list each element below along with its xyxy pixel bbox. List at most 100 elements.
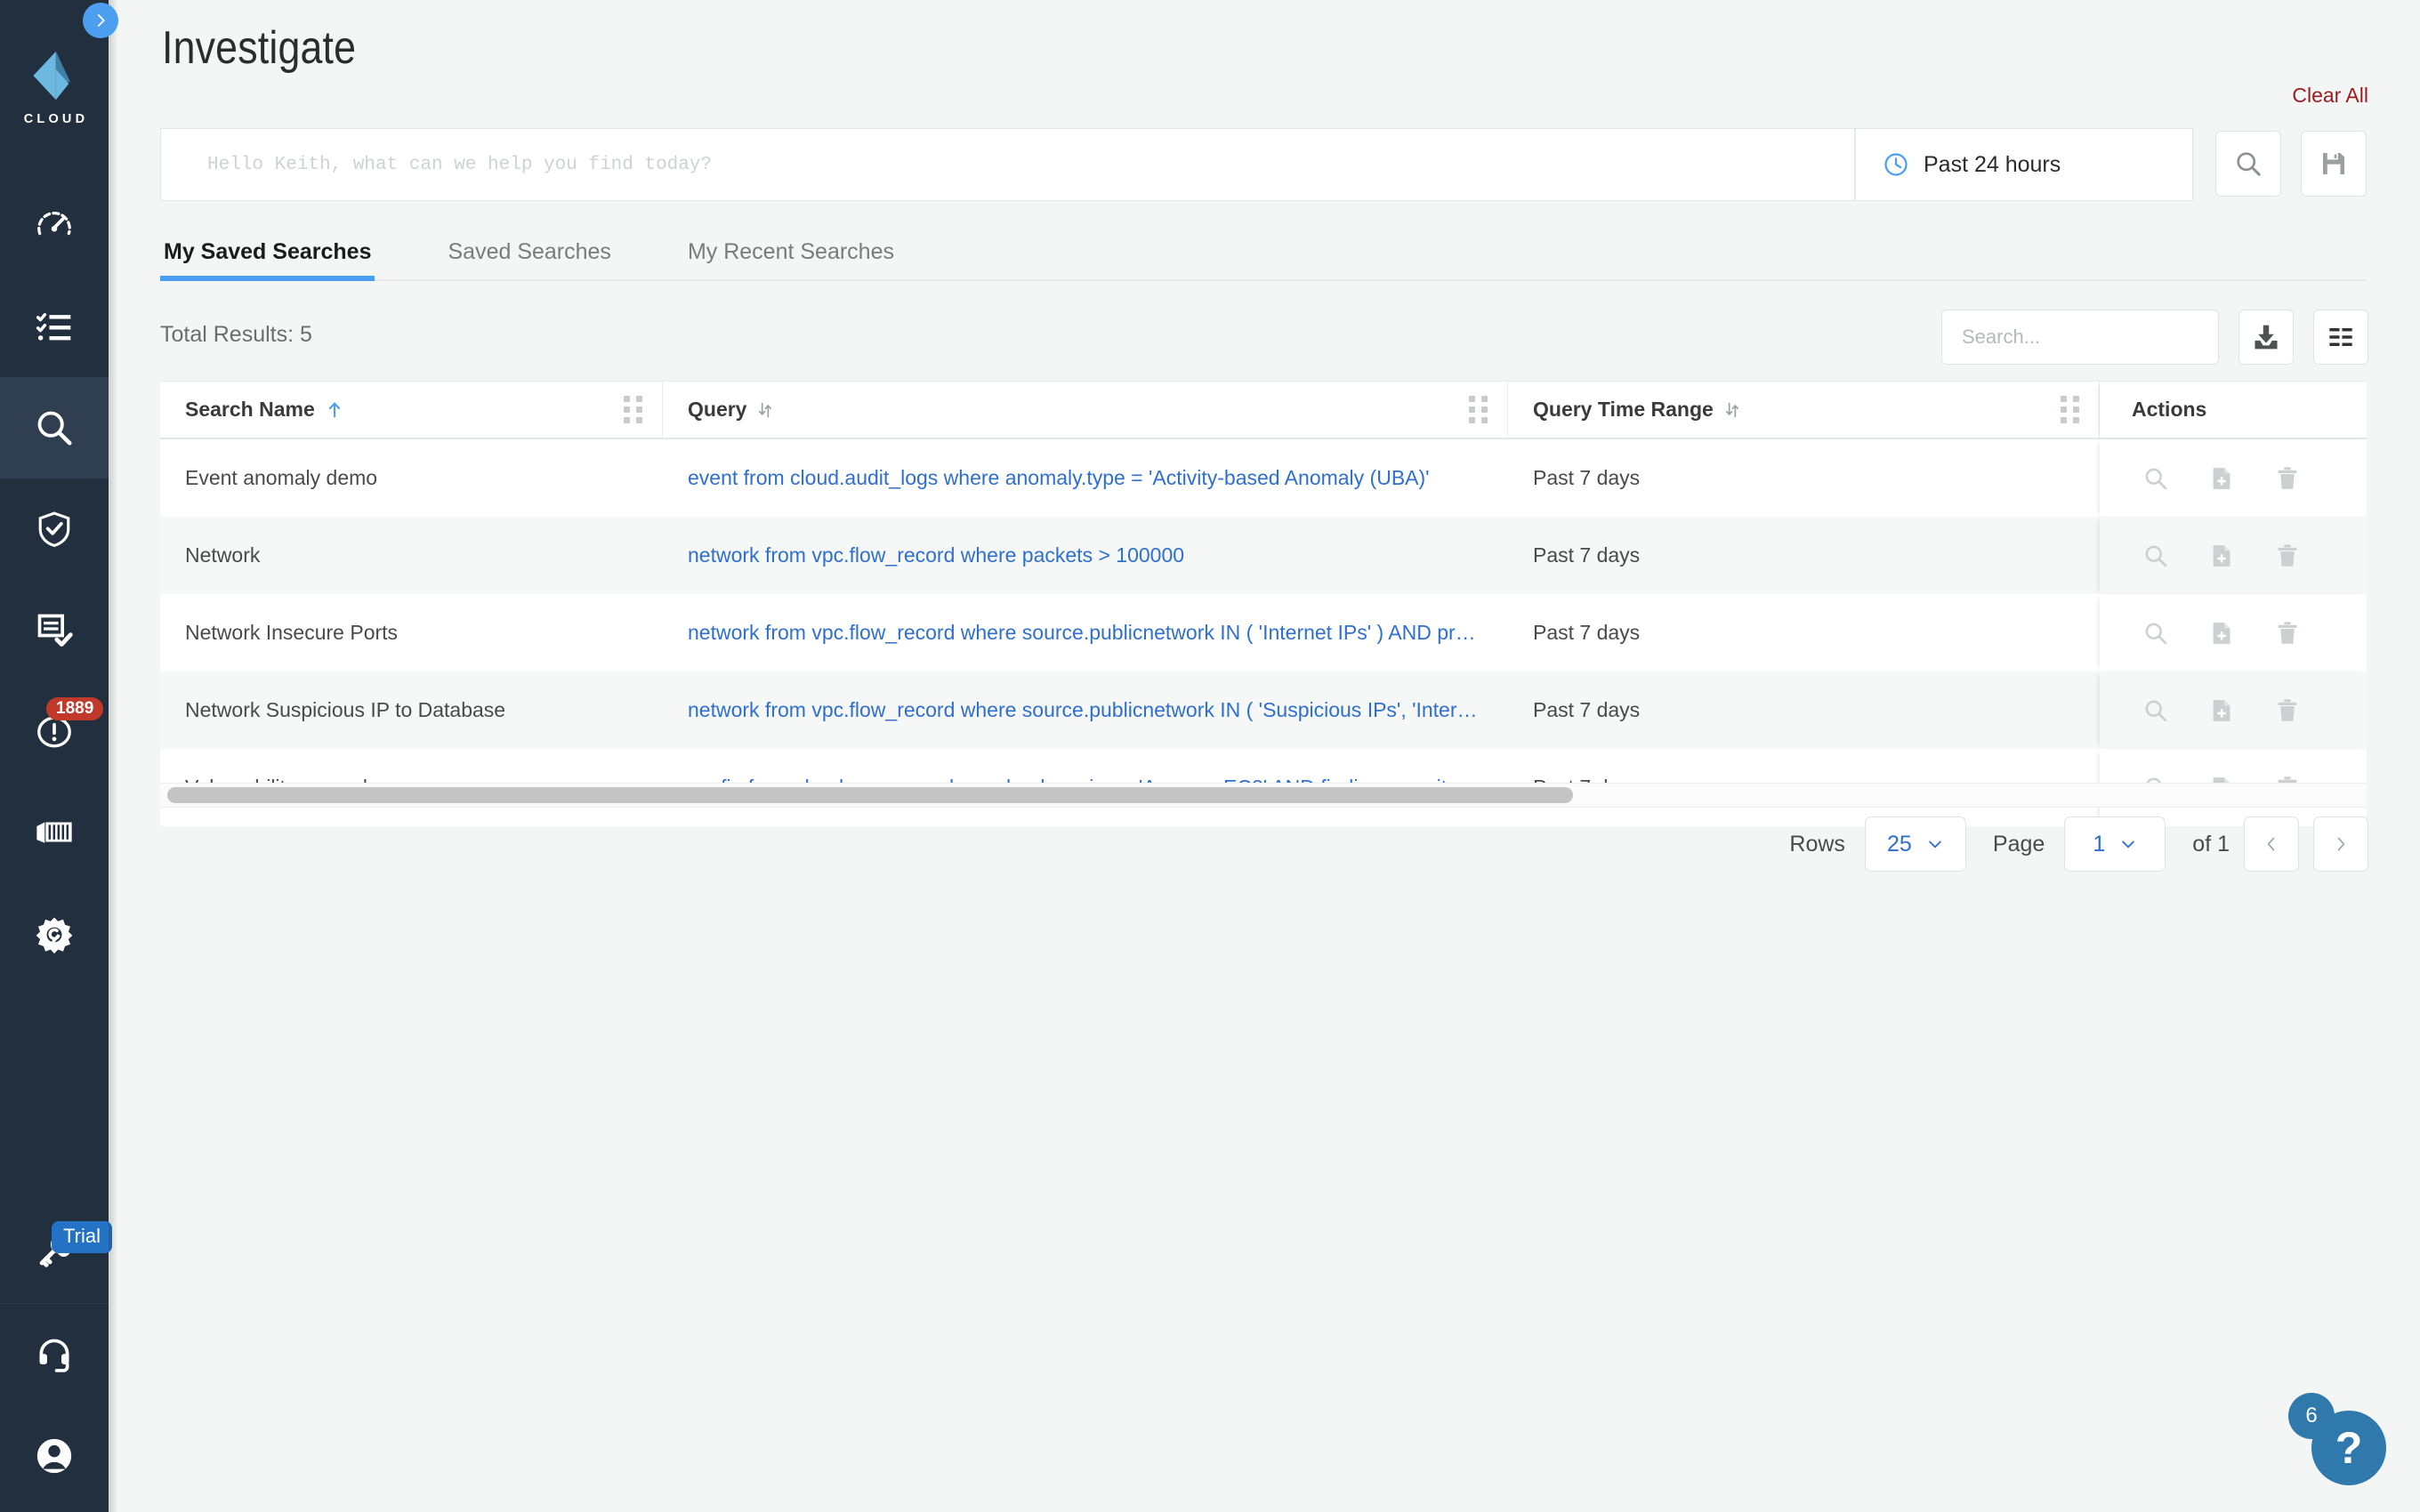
cell-query[interactable]: network from vpc.flow_record where sourc… <box>663 698 1508 722</box>
row-action-search[interactable] <box>2142 620 2169 647</box>
page-title: Investigate <box>162 22 357 74</box>
row-action-add-document[interactable] <box>2208 543 2235 569</box>
headset-icon <box>39 1339 69 1372</box>
sidebar-item-checklist[interactable] <box>0 276 109 377</box>
row-action-trash[interactable] <box>2274 543 2301 569</box>
table-row[interactable]: Event anomaly demo event from cloud.audit… <box>160 439 2367 517</box>
trash-icon <box>2278 466 2297 489</box>
chevron-right-icon <box>97 14 105 27</box>
sidebar: CLOUD 1889 Trial <box>0 0 118 1512</box>
sidebar-item-compliance[interactable] <box>0 479 109 580</box>
add-document-icon <box>2213 622 2230 644</box>
cell-query[interactable]: network from vpc.flow_record where sourc… <box>663 621 1508 645</box>
table-toolbar <box>1941 310 2368 365</box>
cell-search-name: Network Insecure Ports <box>185 621 399 644</box>
cell-actions <box>2100 594 2367 672</box>
table-search-field[interactable] <box>1941 310 2219 365</box>
table-row[interactable]: Network Insecure Ports network from vpc.f… <box>160 594 2367 672</box>
column-header-query-time-range[interactable]: Query Time Range <box>1508 382 2100 438</box>
user-circle-icon <box>36 1438 72 1474</box>
download-icon <box>2255 325 2278 350</box>
column-drag-handle[interactable] <box>1469 396 1489 423</box>
column-settings-button[interactable] <box>2313 310 2368 365</box>
cell-query[interactable]: network from vpc.flow_record where packe… <box>663 543 1508 567</box>
chevron-right-icon <box>2337 837 2345 851</box>
chevron-left-icon <box>2267 837 2275 851</box>
sidebar-expand-button[interactable] <box>83 3 118 38</box>
sidebar-item-support[interactable] <box>0 1304 109 1405</box>
page-label: Page <box>1992 831 2045 857</box>
cell-query-time-range: Past 7 days <box>1533 543 1641 567</box>
row-action-trash[interactable] <box>2274 620 2301 647</box>
sort-none-icon <box>759 402 772 417</box>
cell-query-time-range: Past 7 days <box>1533 621 1641 644</box>
sidebar-item-alerts[interactable]: 1889 <box>0 681 109 783</box>
sidebar-item-reports[interactable] <box>0 580 109 681</box>
row-action-trash[interactable] <box>2274 465 2301 492</box>
saved-searches-table: Search Name Query Query Time Range Actio… <box>160 381 2367 826</box>
page-select[interactable]: 1 <box>2064 816 2166 872</box>
row-action-search[interactable] <box>2142 465 2169 492</box>
column-header-label: Search Name <box>185 398 315 421</box>
rows-per-page-select[interactable]: 25 <box>1864 816 1966 872</box>
trash-icon <box>2278 621 2297 644</box>
cell-actions <box>2100 517 2367 594</box>
row-action-search[interactable] <box>2142 697 2169 724</box>
document-check-icon <box>37 614 73 647</box>
chevron-down-icon <box>2122 840 2134 848</box>
search-input[interactable] <box>207 154 1854 175</box>
sidebar-bottom-nav: Trial <box>0 1202 112 1512</box>
cell-query[interactable]: event from cloud.audit_logs where anomal… <box>663 466 1508 490</box>
sidebar-item-investigate[interactable] <box>0 377 109 479</box>
row-action-search[interactable] <box>2142 543 2169 569</box>
help-button[interactable]: ? <box>2311 1411 2386 1485</box>
download-button[interactable] <box>2238 310 2294 365</box>
clear-all-button[interactable]: Clear All <box>2292 84 2368 108</box>
column-header-actions: Actions <box>2100 382 2367 438</box>
magnifier-icon <box>37 411 72 446</box>
next-page-button[interactable] <box>2313 816 2368 872</box>
add-document-icon <box>2213 467 2230 489</box>
cell-search-name: Network Suspicious IP to Database <box>185 698 506 721</box>
column-drag-handle[interactable] <box>624 396 644 423</box>
cell-query-time-range: Past 7 days <box>1533 698 1641 721</box>
clock-icon <box>1884 153 1908 176</box>
row-action-add-document[interactable] <box>2208 697 2235 724</box>
search-icon <box>2145 623 2167 644</box>
tab-saved-searches[interactable]: Saved Searches <box>444 239 614 279</box>
table-search-input[interactable] <box>1962 326 2218 349</box>
tab-my-saved-searches[interactable]: My Saved Searches <box>160 239 375 281</box>
sidebar-item-profile[interactable] <box>0 1405 109 1507</box>
sidebar-item-settings[interactable] <box>0 884 109 985</box>
tab-bar: My Saved Searches Saved Searches My Rece… <box>160 228 2367 281</box>
table-row[interactable]: Network Suspicious IP to Database network… <box>160 672 2367 749</box>
column-settings-icon <box>2329 328 2352 346</box>
omnibar[interactable] <box>160 128 1855 201</box>
row-action-add-document[interactable] <box>2208 620 2235 647</box>
column-header-search-name[interactable]: Search Name <box>160 382 663 438</box>
time-range-selector[interactable]: Past 24 hours <box>1855 128 2193 201</box>
column-header-query[interactable]: Query <box>663 382 1508 438</box>
total-results-label: Total Results: 5 <box>160 322 312 347</box>
search-icon <box>2145 468 2167 489</box>
container-icon <box>36 822 72 843</box>
search-icon <box>2145 545 2167 567</box>
page-total-label: of 1 <box>2192 831 2230 857</box>
row-action-trash[interactable] <box>2274 697 2301 724</box>
sidebar-item-access-keys[interactable]: Trial <box>0 1202 112 1303</box>
sort-none-icon <box>1725 402 1738 417</box>
row-action-add-document[interactable] <box>2208 465 2235 492</box>
table-horizontal-scrollbar[interactable] <box>160 783 2367 808</box>
sidebar-item-containers[interactable] <box>0 783 109 884</box>
prev-page-button[interactable] <box>2244 816 2299 872</box>
tab-my-recent-searches[interactable]: My Recent Searches <box>684 239 898 279</box>
run-search-button[interactable] <box>2215 131 2281 197</box>
table-header-row: Search Name Query Query Time Range Actio… <box>160 381 2367 439</box>
table-row[interactable]: Network network from vpc.flow_record wher… <box>160 517 2367 594</box>
add-document-icon <box>2213 544 2230 567</box>
sidebar-item-dashboard[interactable] <box>0 174 109 276</box>
column-drag-handle[interactable] <box>2061 396 2081 423</box>
save-search-button[interactable] <box>2301 131 2367 197</box>
brand-logo[interactable]: CLOUD <box>0 50 109 126</box>
scrollbar-thumb[interactable] <box>167 787 1573 803</box>
